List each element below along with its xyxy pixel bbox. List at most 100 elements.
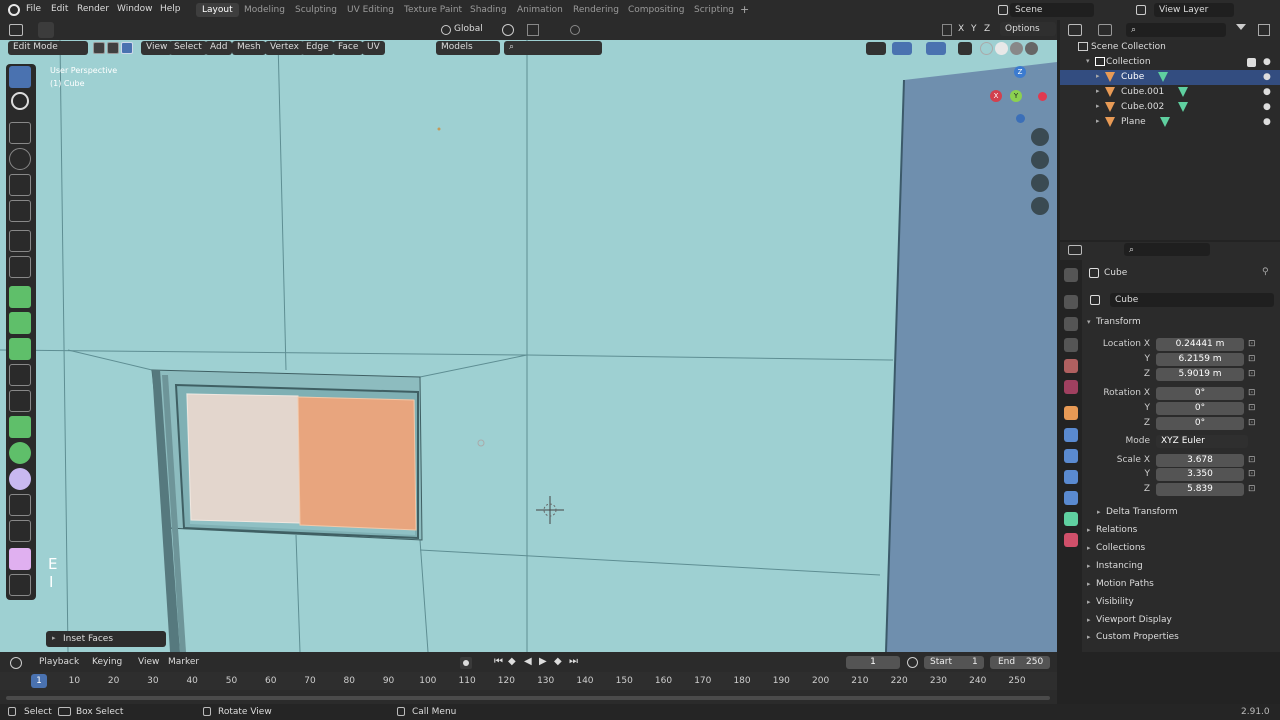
menu-add[interactable]: Add	[205, 41, 233, 55]
mirror-z-toggle[interactable]: Z	[984, 24, 990, 34]
menu-mesh[interactable]: Mesh	[232, 41, 266, 55]
outliner-row-plane[interactable]: ▸ Plane ●	[1060, 115, 1280, 130]
record-button-icon[interactable]	[460, 657, 472, 669]
transform-expand-icon[interactable]: ▾	[1087, 318, 1091, 326]
custom-properties-expand-icon[interactable]: ▸	[1087, 633, 1091, 641]
snap-icon[interactable]	[527, 24, 539, 36]
play-icon[interactable]: ▶	[539, 656, 547, 667]
lock-rotation-x-icon[interactable]: ⊡	[1248, 388, 1256, 398]
transform-section-header[interactable]: Transform	[1096, 317, 1141, 327]
rotation-mode-select[interactable]: XYZ Euler	[1156, 435, 1248, 448]
overlays-toggle-icon[interactable]	[926, 42, 946, 55]
bevel-tool-icon[interactable]	[9, 338, 31, 360]
tab-texture-paint[interactable]: Texture Paint	[398, 3, 468, 17]
scale-x-field[interactable]: 3.678	[1156, 454, 1244, 467]
lock-location-x-icon[interactable]: ⊡	[1248, 339, 1256, 349]
menu-window[interactable]: Window	[117, 4, 153, 14]
transform-tool-icon[interactable]	[9, 200, 31, 222]
menu-help[interactable]: Help	[160, 4, 181, 14]
tab-sculpting[interactable]: Sculpting	[289, 3, 343, 17]
rotation-y-field[interactable]: 0°	[1156, 402, 1244, 415]
tab-scripting[interactable]: Scripting	[688, 3, 740, 17]
menu-face[interactable]: Face	[333, 41, 364, 55]
move-tool-icon[interactable]	[9, 122, 31, 144]
lock-scale-y-icon[interactable]: ⊡	[1248, 469, 1256, 479]
spin-tool-icon[interactable]	[9, 442, 31, 464]
cursor-tool-icon[interactable]	[11, 92, 29, 110]
proportional-edit-icon[interactable]	[570, 25, 580, 35]
menu-timeline-view[interactable]: View	[138, 657, 159, 667]
expand-arrow-icon[interactable]: ▾	[1086, 57, 1090, 65]
menu-edge[interactable]: Edge	[301, 41, 334, 55]
pivot-icon[interactable]	[502, 24, 514, 36]
collection-models-select[interactable]: Models	[436, 41, 500, 55]
output-tab-icon[interactable]	[1064, 317, 1078, 331]
annotate-tool-icon[interactable]	[9, 230, 31, 252]
extrude-tool-icon[interactable]	[9, 286, 31, 308]
menu-select[interactable]: Select	[169, 41, 207, 55]
shading-rendered-icon[interactable]	[1025, 42, 1038, 55]
jump-start-icon[interactable]: ⏮	[494, 656, 503, 667]
delta-transform-section[interactable]: Delta Transform	[1106, 507, 1178, 517]
eye-icon[interactable]: ●	[1263, 72, 1271, 82]
shading-material-icon[interactable]	[1010, 42, 1023, 55]
properties-editor-type-icon[interactable]	[1068, 245, 1082, 255]
viewport-display-section[interactable]: Viewport Display	[1096, 615, 1172, 625]
nav-gizmo-y-icon[interactable]: Y	[1010, 90, 1022, 102]
lock-location-z-icon[interactable]: ⊡	[1248, 369, 1256, 379]
tool-tab-icon[interactable]	[1064, 268, 1078, 282]
mode-select[interactable]: Edit Mode	[8, 41, 88, 55]
timeline-scrollbar[interactable]	[6, 696, 1050, 700]
tab-uv-editing[interactable]: UV Editing	[341, 3, 400, 17]
knife-tool-icon[interactable]	[9, 390, 31, 412]
expand-arrow-icon[interactable]: ▸	[1096, 102, 1100, 110]
menu-uv[interactable]: UV	[362, 41, 385, 55]
tab-modeling[interactable]: Modeling	[238, 3, 291, 17]
xray-toggle-icon[interactable]	[958, 42, 972, 55]
face-select-icon[interactable]	[121, 42, 133, 54]
expand-arrow-icon[interactable]: ▸	[1096, 72, 1100, 80]
pan-hand-icon[interactable]	[1031, 151, 1049, 169]
add-workspace-button[interactable]: +	[740, 3, 749, 16]
tab-animation[interactable]: Animation	[511, 3, 569, 17]
vertex-select-icon[interactable]	[93, 42, 105, 54]
location-y-field[interactable]: 6.2159 m	[1156, 353, 1244, 366]
lock-scale-x-icon[interactable]: ⊡	[1248, 455, 1256, 465]
overlay-visibility-icon[interactable]	[866, 42, 886, 55]
menu-render[interactable]: Render	[77, 4, 109, 14]
menu-vertex[interactable]: Vertex	[265, 41, 304, 55]
nav-gizmo-z-icon[interactable]: Z	[1014, 66, 1026, 78]
jump-end-icon[interactable]: ⏭	[569, 656, 578, 667]
location-x-field[interactable]: 0.24441 m	[1156, 338, 1244, 351]
select-mode-icon[interactable]	[38, 22, 54, 38]
zoom-icon[interactable]	[1031, 128, 1049, 146]
menu-keying[interactable]: Keying	[92, 657, 122, 667]
timeline-editor-type-icon[interactable]	[10, 657, 22, 669]
clock-icon[interactable]	[907, 657, 918, 668]
options-dropdown[interactable]: Options	[1000, 22, 1056, 36]
relations-expand-icon[interactable]: ▸	[1087, 526, 1091, 534]
ortho-toggle-icon[interactable]	[1031, 197, 1049, 215]
mesh-data-tab-icon[interactable]	[1064, 512, 1078, 526]
start-frame-field[interactable]: Start 1	[924, 656, 984, 669]
expand-arrow-icon[interactable]: ▸	[1096, 87, 1100, 95]
edge-slide-tool-icon[interactable]	[9, 494, 31, 516]
visibility-section[interactable]: Visibility	[1096, 597, 1134, 607]
eye-icon[interactable]: ●	[1263, 57, 1271, 67]
custom-properties-section[interactable]: Custom Properties	[1096, 632, 1179, 642]
motion-paths-section[interactable]: Motion Paths	[1096, 579, 1154, 589]
outliner-row-scene-collection[interactable]: Scene Collection	[1060, 40, 1280, 55]
menu-playback[interactable]: Playback	[39, 657, 79, 667]
eye-icon[interactable]: ●	[1263, 117, 1271, 127]
current-frame-field[interactable]: 1	[846, 656, 900, 669]
prev-keyframe-icon[interactable]: ◆	[508, 656, 516, 667]
rotate-tool-icon[interactable]	[9, 148, 31, 170]
tab-layout[interactable]: Layout	[196, 3, 239, 17]
lock-rotation-z-icon[interactable]: ⊡	[1248, 418, 1256, 428]
instancing-section[interactable]: Instancing	[1096, 561, 1143, 571]
exclude-checkbox[interactable]	[1247, 58, 1256, 67]
tab-rendering[interactable]: Rendering	[567, 3, 625, 17]
rotation-z-field[interactable]: 0°	[1156, 417, 1244, 430]
outliner-row-cube-002[interactable]: ▸ Cube.002 ●	[1060, 100, 1280, 115]
poly-build-tool-icon[interactable]	[9, 416, 31, 438]
